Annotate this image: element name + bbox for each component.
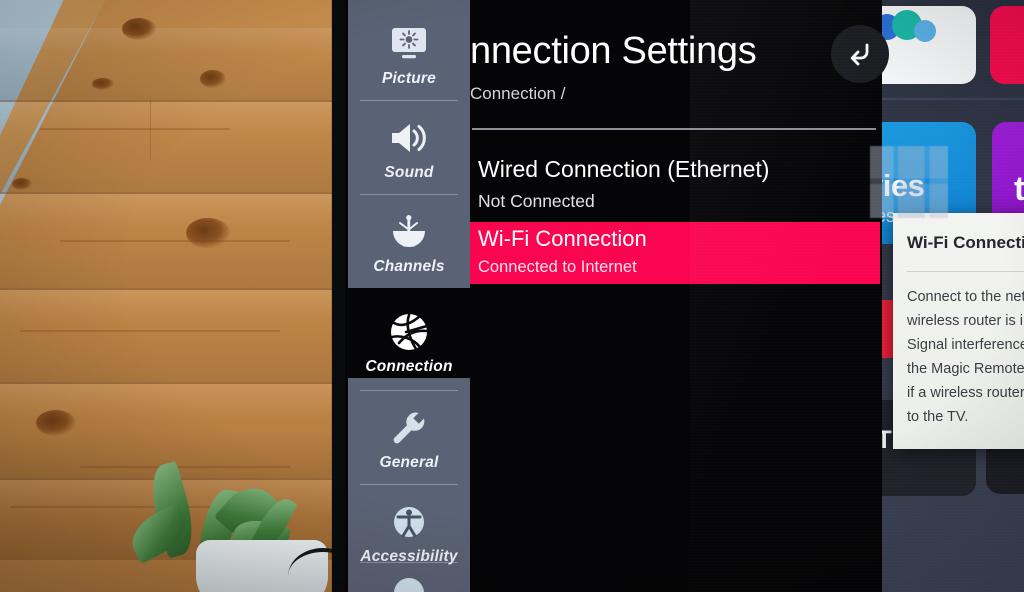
connection-row-wifi-status: Connected to Internet — [478, 258, 637, 276]
sidebar-item-sound-label: Sound — [384, 164, 434, 181]
connection-row-wired-status: Not Connected — [478, 191, 595, 211]
sidebar-item-channels[interactable]: Channels — [348, 196, 470, 292]
wood-knot — [92, 78, 114, 90]
general-icon — [388, 408, 430, 448]
sidebar-item-support[interactable] — [348, 566, 470, 592]
home-row-divider — [882, 98, 1024, 100]
tooltip-line: Connect to the netw — [907, 289, 1024, 305]
sidebar-item-accessibility-label: Accessibility — [360, 548, 458, 565]
wood-knot — [186, 218, 230, 248]
tooltip-line: the Magic Remote's s — [907, 361, 1024, 377]
back-button[interactable] — [831, 25, 889, 83]
help-tooltip-card: Wi-Fi Connectio Connect to the netw wire… — [893, 213, 1024, 449]
wooden-wall-background — [0, 0, 340, 592]
sidebar-item-connection-label: Connection — [365, 358, 453, 375]
sound-icon — [388, 118, 430, 158]
settings-overlay: Picture Sound Channels Connection Genera… — [345, 0, 948, 592]
wall-plank — [0, 28, 340, 102]
tooltip-line: if a wireless router is — [907, 385, 1024, 401]
page-title: nnection Settings — [470, 30, 757, 72]
settings-sidebar: Picture Sound Channels Connection Genera… — [348, 0, 470, 592]
settings-content-pane: nnection Settings Connection / Wired Con… — [470, 0, 948, 592]
sidebar-item-sound[interactable]: Sound — [348, 102, 470, 198]
connection-row-wifi-name: Wi-Fi Connection — [478, 226, 647, 251]
connection-icon — [387, 312, 431, 352]
window-reflection — [870, 146, 948, 218]
breadcrumb: Connection / — [470, 84, 566, 103]
connection-row-wifi[interactable]: Wi-Fi Connection Connected to Internet — [470, 222, 880, 284]
tv-screen: vies nes tv OTON on Wi-Fi Connectio C — [345, 0, 1024, 592]
accessibility-icon — [389, 502, 429, 542]
back-arrow-icon — [850, 43, 869, 66]
tooltip-line: to the TV. — [907, 409, 969, 425]
photo-of-tv-in-room: vies nes tv OTON on Wi-Fi Connectio C — [0, 0, 1024, 592]
sidebar-item-picture[interactable]: Picture — [348, 8, 470, 104]
list-top-divider — [472, 128, 876, 130]
wood-grain — [60, 240, 290, 242]
channels-icon — [388, 212, 430, 252]
picture-icon — [389, 24, 429, 64]
wall-plank — [0, 102, 340, 194]
wood-grain — [40, 128, 230, 130]
tooltip-title: Wi-Fi Connectio — [907, 233, 1024, 252]
wood-grain — [150, 100, 151, 160]
wall-plank — [0, 194, 340, 290]
wood-knot — [122, 18, 156, 40]
sidebar-item-general[interactable]: General — [348, 392, 470, 488]
sidebar-item-connection[interactable]: Connection — [348, 296, 470, 392]
wall-plank — [0, 290, 340, 384]
wood-grain — [20, 330, 280, 332]
app-tile-tv-label: tv — [1014, 170, 1024, 208]
app-tile-red[interactable] — [990, 6, 1024, 84]
tooltip-line: wireless router is ins — [907, 313, 1024, 329]
sidebar-item-general-label: General — [379, 454, 439, 471]
tooltip-divider — [907, 271, 1024, 272]
connection-row-wired-name: Wired Connection (Ethernet) — [478, 156, 770, 182]
wood-knot — [200, 70, 226, 88]
connection-row-wired[interactable]: Wired Connection (Ethernet) Not Connecte… — [470, 148, 880, 220]
support-icon — [388, 566, 430, 592]
tile-dot — [914, 20, 936, 42]
wood-knot — [12, 178, 32, 190]
sidebar-item-picture-label: Picture — [382, 70, 436, 87]
sidebar-item-channels-label: Channels — [373, 258, 445, 275]
tooltip-line: Signal interference m — [907, 337, 1024, 353]
tooltip-description: Connect to the netw wireless router is i… — [907, 285, 1024, 429]
app-tile-white[interactable] — [882, 6, 976, 84]
